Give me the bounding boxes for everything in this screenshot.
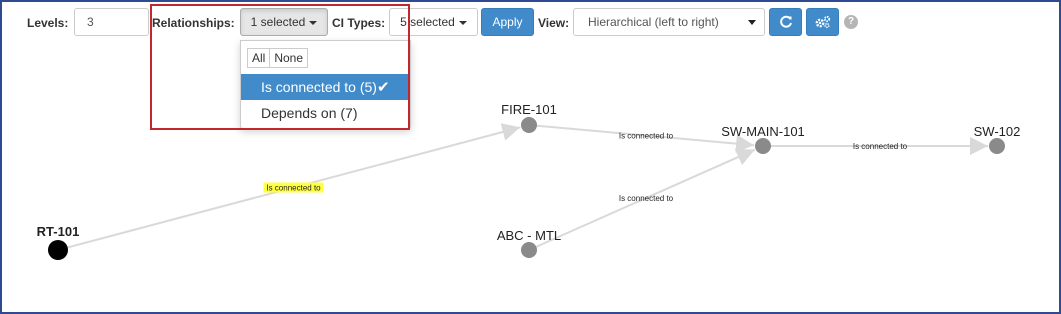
graph-node[interactable] (989, 138, 1005, 154)
edge-label: Is connected to (266, 184, 321, 193)
relationship-graph: Is connected to Is connected to Is connect… (37, 102, 1021, 260)
node-label: SW-102 (974, 124, 1021, 139)
graph-node[interactable] (521, 117, 537, 133)
edge-label: Is connected to (619, 132, 674, 141)
select-all-button[interactable]: All (247, 48, 271, 68)
edge-label: Is connected to (619, 194, 674, 203)
node-label: ABC - MTL (497, 228, 561, 243)
graph-node[interactable] (48, 240, 68, 260)
node-label: SW-MAIN-101 (721, 124, 805, 139)
dropdown-item-label: Depends on (7) (261, 105, 358, 121)
graph-node[interactable] (755, 138, 771, 154)
dropdown-item-is-connected-to[interactable]: Is connected to (5)✔ (241, 74, 410, 100)
select-all-none-group: All None (247, 48, 309, 68)
dropdown-item-depends-on[interactable]: Depends on (7) (241, 100, 410, 126)
edge-label: Is connected to (853, 142, 908, 151)
dropdown-item-label: Is connected to (5) (261, 79, 377, 95)
graph-node[interactable] (521, 242, 537, 258)
node-label: FIRE-101 (501, 102, 557, 117)
app-frame: Levels: Relationships: 1 selected CI Typ… (0, 0, 1061, 314)
checkmark-icon: ✔ (376, 79, 390, 96)
relationships-dropdown-menu: All None Is connected to (5)✔ Depends on… (240, 40, 411, 129)
node-label: RT-101 (37, 224, 80, 239)
nodes-layer: RT-101 FIRE-101 SW-MAIN-101 SW-102 ABC - MTL (37, 102, 1021, 260)
select-none-button[interactable]: None (270, 48, 309, 68)
